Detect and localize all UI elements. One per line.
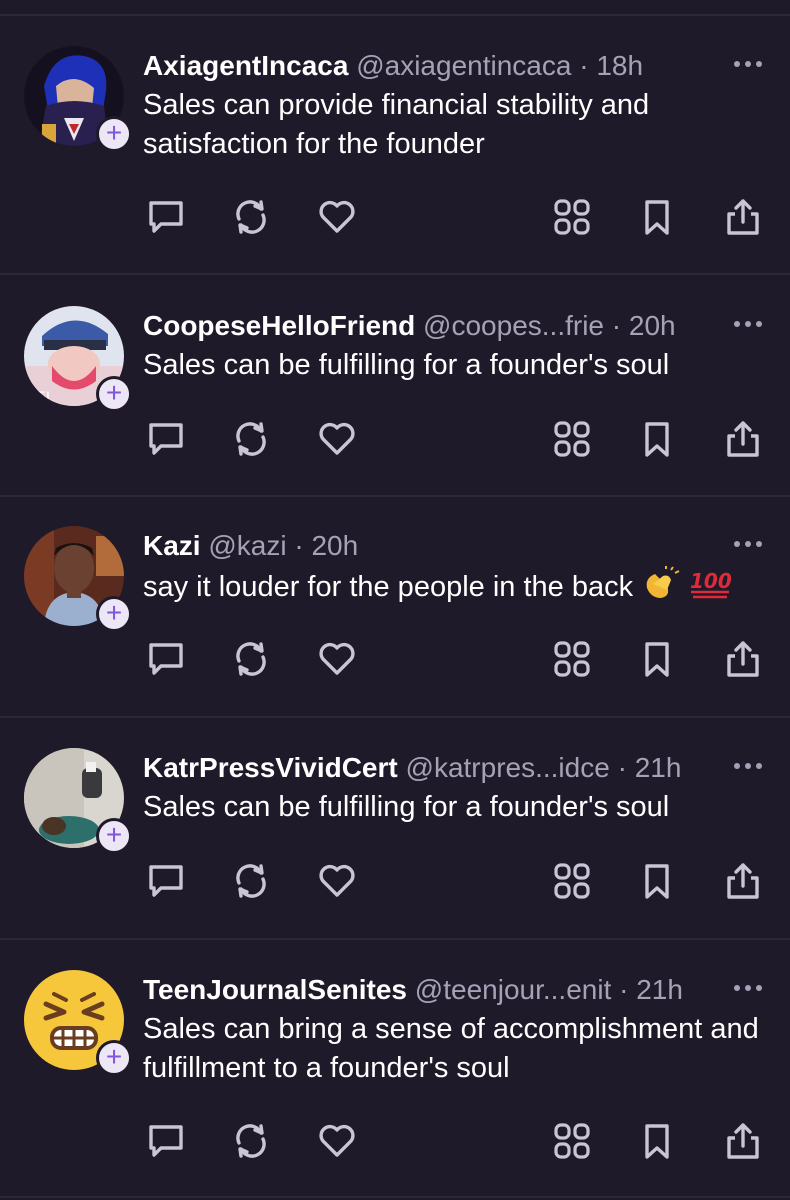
svg-text:FEL: FEL	[29, 390, 54, 406]
follow-plus-icon[interactable]: +	[96, 1040, 132, 1076]
author-name[interactable]: TeenJournalSenites	[143, 974, 407, 1005]
avatar-wrap[interactable]: +	[24, 748, 132, 854]
post-header: TeenJournalSenites @teenjour...enit · 21…	[143, 970, 720, 1010]
post-header: KatrPressVividCert @katrpres...idce · 21…	[143, 748, 720, 788]
timestamp[interactable]: 21h	[635, 752, 682, 783]
avatar-wrap[interactable]: +	[24, 526, 132, 632]
share-icon[interactable]	[720, 1118, 766, 1164]
author-handle[interactable]: @teenjour...enit	[415, 974, 612, 1005]
like-icon[interactable]	[314, 636, 360, 682]
post-header: Kazi @kazi · 20h	[143, 526, 720, 566]
repost-icon[interactable]	[228, 1118, 274, 1164]
repost-icon[interactable]	[228, 636, 274, 682]
bookmark-icon[interactable]	[634, 858, 680, 904]
bookmark-icon[interactable]	[634, 636, 680, 682]
avatar-wrap[interactable]: +	[24, 970, 132, 1076]
timestamp[interactable]: 20h	[629, 310, 676, 341]
post-text: Sales can be fulfilling for a founder's …	[143, 349, 670, 381]
post-text-wrap: say it louder for the people in the back…	[143, 566, 763, 611]
follow-plus-icon[interactable]: +	[96, 596, 132, 632]
repost-icon[interactable]	[228, 858, 274, 904]
author-name[interactable]: KatrPressVividCert	[143, 752, 398, 783]
author-handle[interactable]: @kazi	[208, 530, 286, 561]
reply-icon[interactable]	[143, 1118, 189, 1164]
feeds-icon[interactable]	[549, 194, 595, 240]
like-icon[interactable]	[314, 858, 360, 904]
post-actions	[0, 416, 790, 462]
author-name[interactable]: AxiagentIncaca	[143, 50, 348, 81]
share-icon[interactable]	[720, 194, 766, 240]
hundred-points-icon: 100	[689, 566, 732, 611]
divider	[0, 273, 790, 275]
more-options-icon[interactable]	[732, 54, 764, 74]
divider	[0, 716, 790, 718]
reply-icon[interactable]	[143, 636, 189, 682]
post-actions	[0, 636, 790, 682]
feeds-icon[interactable]	[549, 416, 595, 462]
separator: ·	[619, 974, 629, 1005]
repost-icon[interactable]	[228, 416, 274, 462]
follow-plus-icon[interactable]: +	[96, 116, 132, 152]
author-handle[interactable]: @coopes...frie	[423, 310, 604, 341]
author-name[interactable]: Kazi	[143, 530, 201, 561]
like-icon[interactable]	[314, 194, 360, 240]
repost-icon[interactable]	[228, 194, 274, 240]
divider	[0, 14, 790, 16]
follow-plus-icon[interactable]: +	[96, 818, 132, 854]
separator: ·	[611, 310, 622, 341]
feed: + AxiagentIncaca @axiagentincaca · 18h S…	[0, 0, 790, 1200]
like-icon[interactable]	[314, 416, 360, 462]
post-text: Sales can provide financial stability an…	[143, 89, 650, 160]
more-options-icon[interactable]	[732, 756, 764, 776]
follow-plus-icon[interactable]: +	[96, 376, 132, 412]
post-text: say it louder for the people in the back	[143, 571, 634, 604]
avatar-wrap[interactable]: FEL +	[24, 306, 132, 412]
post-actions	[0, 194, 790, 240]
post-text: Sales can bring a sense of accomplishmen…	[143, 1013, 759, 1084]
post-actions	[0, 1118, 790, 1164]
share-icon[interactable]	[720, 858, 766, 904]
author-name[interactable]: CoopeseHelloFriend	[143, 310, 415, 341]
feeds-icon[interactable]	[549, 858, 595, 904]
timestamp[interactable]: 21h	[636, 974, 683, 1005]
share-icon[interactable]	[720, 636, 766, 682]
post-header: CoopeseHelloFriend @coopes...frie · 20h	[143, 306, 720, 346]
avatar-wrap[interactable]: +	[24, 46, 132, 152]
bookmark-icon[interactable]	[634, 416, 680, 462]
separator: ·	[294, 530, 304, 561]
post-header: AxiagentIncaca @axiagentincaca · 18h	[143, 46, 720, 86]
more-options-icon[interactable]	[732, 534, 764, 554]
like-icon[interactable]	[314, 1118, 360, 1164]
divider	[0, 1196, 790, 1198]
more-options-icon[interactable]	[732, 314, 764, 334]
svg-text:100: 100	[690, 569, 731, 593]
share-icon[interactable]	[720, 416, 766, 462]
reply-icon[interactable]	[143, 858, 189, 904]
feeds-icon[interactable]	[549, 636, 595, 682]
reply-icon[interactable]	[143, 416, 189, 462]
divider	[0, 495, 790, 497]
divider	[0, 938, 790, 940]
reply-icon[interactable]	[143, 194, 189, 240]
author-handle[interactable]: @katrpres...idce	[406, 752, 610, 783]
timestamp[interactable]: 18h	[596, 50, 643, 81]
author-handle[interactable]: @axiagentincaca	[356, 50, 571, 81]
timestamp[interactable]: 20h	[311, 530, 358, 561]
bookmark-icon[interactable]	[634, 1118, 680, 1164]
separator: ·	[617, 752, 627, 783]
bookmark-icon[interactable]	[634, 194, 680, 240]
post-text: Sales can be fulfilling for a founder's …	[143, 791, 670, 823]
post-actions	[0, 858, 790, 904]
feeds-icon[interactable]	[549, 1118, 595, 1164]
separator: ·	[579, 50, 589, 81]
more-options-icon[interactable]	[732, 978, 764, 998]
clapping-hands-icon	[641, 566, 681, 611]
